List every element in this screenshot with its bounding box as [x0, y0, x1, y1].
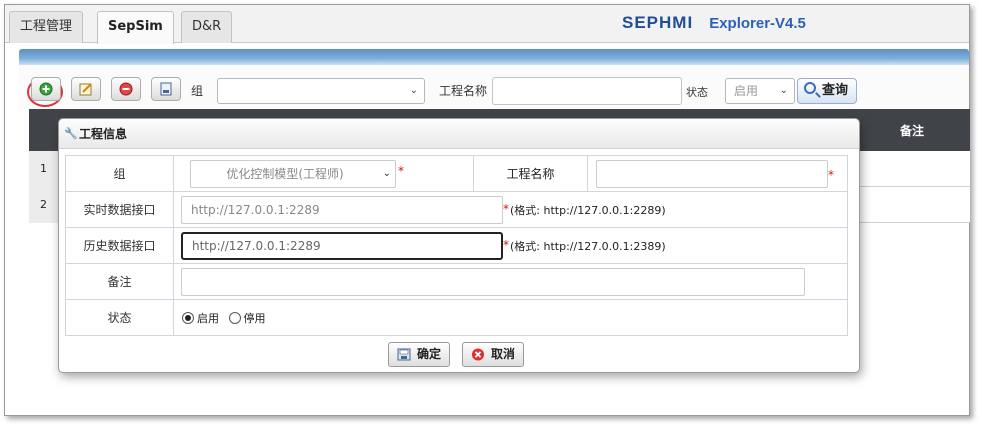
form-label-history: 历史数据接口 — [65, 227, 174, 264]
edit-button[interactable] — [71, 77, 101, 101]
add-icon — [39, 82, 53, 96]
export-button[interactable] — [151, 77, 181, 101]
query-button[interactable]: 查询 — [797, 78, 858, 104]
form-label-status: 状态 — [65, 299, 174, 336]
project-form: 组 优化控制模型(工程师) ⌄ * 工程名称 * 实时数据接口 http://1… — [65, 155, 848, 336]
form-cell: 优化控制模型(工程师) ⌄ * — [173, 155, 474, 192]
dialog-title-bar[interactable]: 🔧 工程信息 — [59, 119, 859, 149]
form-cell: * — [587, 155, 848, 192]
column-header-note[interactable]: 备注 — [900, 122, 924, 139]
delete-button[interactable] — [111, 77, 141, 101]
project-name-input[interactable] — [492, 77, 682, 105]
history-interface-input[interactable]: http://127.0.0.1:2289 — [181, 232, 503, 260]
form-label-note: 备注 — [65, 263, 174, 300]
realtime-format-hint: (格式: http://127.0.0.1:2289) — [510, 204, 666, 217]
chevron-down-icon: ⌄ — [779, 85, 788, 96]
row-number: 1 — [29, 151, 59, 187]
group-select[interactable]: ⌄ — [217, 78, 425, 104]
group-dropdown[interactable]: 优化控制模型(工程师) ⌄ — [190, 160, 396, 188]
required-mark: * — [503, 202, 509, 216]
radio-unchecked-icon[interactable] — [228, 311, 241, 324]
wrench-icon: 🔧 — [64, 127, 78, 140]
dialog-project-name-input[interactable] — [596, 160, 828, 188]
ok-button[interactable]: 确定 — [388, 342, 451, 367]
form-cell — [173, 263, 848, 300]
form-cell: http://127.0.0.1:2289 * (格式: http://127.… — [173, 191, 848, 228]
status-enabled-label: 启用 — [197, 311, 219, 325]
ok-button-label: 确定 — [417, 347, 442, 361]
status-enabled-option[interactable]: 启用 — [182, 311, 219, 325]
project-name-label: 工程名称 — [439, 84, 488, 98]
form-label-group: 组 — [65, 155, 174, 192]
tab-project-management[interactable]: 工程管理 — [9, 11, 84, 43]
form-cell: http://127.0.0.1:2289 * (格式: http://127.… — [173, 227, 848, 264]
query-button-label: 查询 — [822, 83, 849, 98]
search-icon — [804, 82, 816, 94]
tab-strip: 工程管理 SepSim D&R SEPHMI Explorer-V4.5 — [5, 5, 969, 44]
form-label-project-name: 工程名称 — [473, 155, 588, 192]
brand-version: Explorer-V4.5 — [709, 15, 806, 32]
history-format-hint: (格式: http://127.0.0.1:2389) — [510, 240, 666, 253]
delete-icon — [119, 82, 133, 96]
save-icon — [397, 348, 411, 361]
radio-checked-icon[interactable] — [182, 311, 194, 324]
cancel-button-label: 取消 — [491, 347, 516, 361]
edit-icon — [79, 83, 92, 96]
required-mark: * — [503, 238, 509, 252]
toolbar: 组 ⌄ 工程名称 状态 启用 ⌄ 查询 — [19, 65, 969, 109]
brand-logo: SEPHMI Explorer-V4.5 — [622, 13, 806, 33]
form-label-realtime: 实时数据接口 — [65, 191, 174, 228]
status-disabled-option[interactable]: 停用 — [228, 311, 266, 325]
chevron-down-icon: ⌄ — [409, 85, 418, 96]
panel-header-band — [19, 49, 969, 65]
export-icon — [160, 82, 172, 96]
required-mark: * — [398, 164, 404, 178]
status-select[interactable]: 启用 ⌄ — [725, 78, 795, 104]
note-input[interactable] — [181, 268, 805, 296]
status-disabled-label: 停用 — [243, 311, 266, 325]
required-mark: * — [828, 168, 834, 182]
cancel-button[interactable]: 取消 — [462, 342, 525, 367]
form-cell: 启用 停用 — [173, 299, 848, 336]
close-icon — [471, 348, 485, 361]
realtime-interface-input[interactable]: http://127.0.0.1:2289 — [181, 196, 503, 224]
group-dropdown-value: 优化控制模型(工程师) — [226, 167, 344, 181]
group-label: 组 — [191, 84, 204, 98]
add-button[interactable] — [31, 77, 61, 101]
chevron-down-icon: ⌄ — [382, 168, 391, 179]
brand-name: SEPHMI — [622, 13, 694, 32]
project-info-dialog: 🔧 工程信息 组 优化控制模型(工程师) ⌄ * 工程名称 * 实时数据接口 h… — [58, 118, 860, 373]
status-select-value: 启用 — [734, 84, 759, 98]
dialog-title: 工程信息 — [79, 127, 128, 141]
tab-sepsim[interactable]: SepSim — [97, 11, 174, 44]
tab-dr[interactable]: D&R — [181, 11, 233, 43]
row-number: 2 — [29, 187, 59, 223]
status-label: 状态 — [686, 86, 708, 99]
